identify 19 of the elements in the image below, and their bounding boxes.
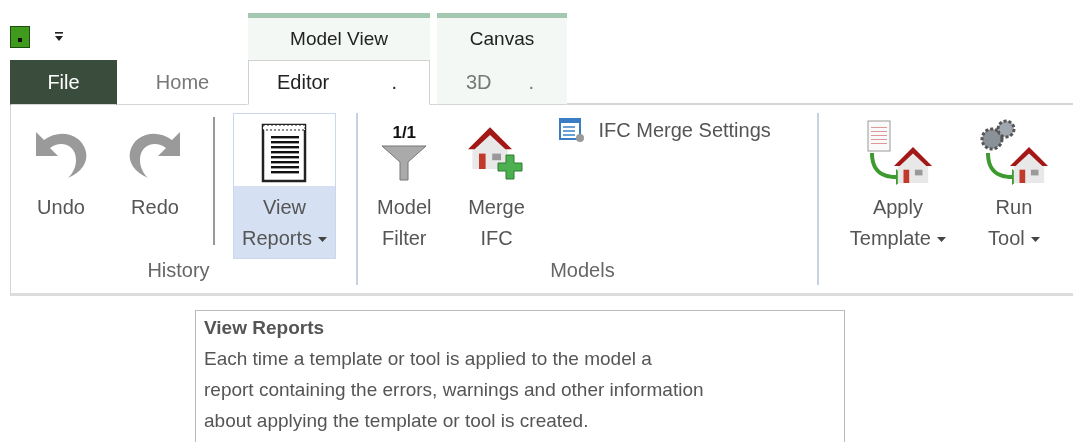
funnel-icon bbox=[380, 142, 429, 182]
tooltip-text: Each time a template or tool is applied to the model a report containing the errors, warnings and other information about applying the template or tool is created. bbox=[204, 347, 705, 433]
ribbon-button[interactable]: Run Tool bbox=[968, 113, 1059, 259]
ribbon-tab[interactable]: Editor . bbox=[248, 60, 430, 105]
ribbon-button[interactable]: Merge IFC bbox=[454, 113, 539, 259]
ribbon-tab[interactable]: File bbox=[10, 60, 117, 105]
ribbon-button[interactable]: IFC Merge Settings bbox=[552, 113, 777, 147]
group-label: History bbox=[146, 259, 211, 283]
contextual-tab-group: Canvas bbox=[437, 13, 567, 60]
app-icon[interactable] bbox=[10, 26, 30, 48]
customize-toolbar-icon[interactable] bbox=[54, 31, 64, 43]
group-label: Models bbox=[549, 259, 616, 283]
tooltip-title: View Reports bbox=[204, 317, 326, 339]
ribbon-button[interactable]: Apply Template bbox=[840, 113, 955, 259]
contextual-tab-group: Model View bbox=[248, 13, 430, 60]
settings-list-icon bbox=[558, 117, 585, 143]
ribbon-button[interactable]: View Reports bbox=[233, 113, 337, 259]
ribbon-button[interactable]: 1/1 Model Filter bbox=[368, 113, 441, 259]
ribbon-tab[interactable]: 3D . bbox=[437, 60, 567, 105]
